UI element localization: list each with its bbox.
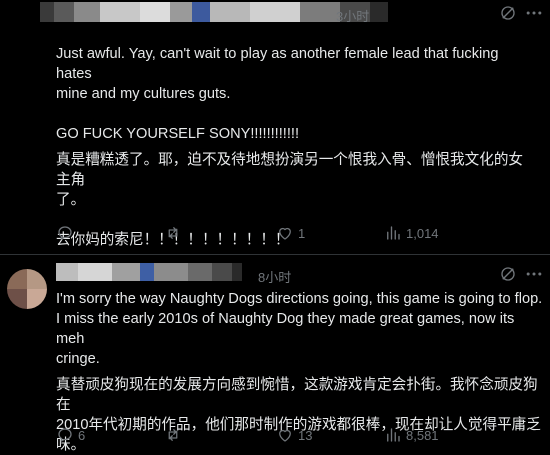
post-1[interactable]: 3小时 Just awful. Yay, can't wait to play … [0,0,550,254]
more-icon[interactable] [524,3,544,23]
chinese-text: 真替顽皮狗现在的发展方向感到惋惜，这款游戏肯定会扑街。我怀念顽皮狗在 [56,377,538,413]
chinese-text: 真是糟糕透了。耶，迫不及待地想扮演另一个恨我入骨、憎恨我文化的女主角 [56,152,524,188]
english-text: mine and my cultures guts. [56,86,231,102]
views-button[interactable]: 8,581 [384,426,439,444]
reply-icon [58,428,72,442]
views-icon [387,226,400,240]
like-button[interactable]: 13 [276,426,312,444]
repost-button[interactable] [164,426,186,444]
reply-button[interactable] [56,224,78,242]
post-2[interactable]: 8小时 I'm sorry the way Naughty Dogs direc… [0,254,550,453]
views-button[interactable]: 1,014 [384,224,439,242]
reply-count: 6 [78,427,86,443]
english-text: cringe. [56,351,100,367]
censored-header [56,263,242,281]
repost-button[interactable] [164,224,186,242]
repost-icon [168,227,178,239]
reply-icon [58,226,72,240]
views-count: 1,014 [406,225,439,241]
reply-button[interactable]: 6 [56,426,85,444]
heart-icon [279,429,291,442]
english-text: I miss the early 2010s of Naughty Dog th… [56,311,515,347]
chinese-text: 了。 [56,192,86,208]
like-count: 1 [298,225,306,241]
grok-icon[interactable] [499,4,517,22]
views-count: 8,581 [406,427,439,443]
english-text: I'm sorry the way Naughty Dogs direction… [56,291,543,307]
english-text: GO FUCK YOURSELF SONY!!!!!!!!!!!! [56,126,300,142]
post-time[interactable]: 8小时 [258,267,291,286]
views-icon [387,428,400,442]
avatar[interactable] [7,269,47,309]
post-time[interactable]: 3小时 [336,6,369,25]
english-text: Just awful. Yay, can't wait to play as a… [56,46,499,82]
like-button[interactable]: 1 [276,224,305,242]
more-icon[interactable] [524,264,544,284]
heart-icon [279,227,291,240]
post-body: Just awful. Yay, can't wait to play as a… [56,44,536,250]
action-bar: 1 1,014 [52,221,542,245]
like-count: 13 [298,427,313,443]
grok-icon[interactable] [499,265,517,283]
action-bar: 6 13 8,581 [52,423,542,447]
repost-icon [168,429,178,441]
